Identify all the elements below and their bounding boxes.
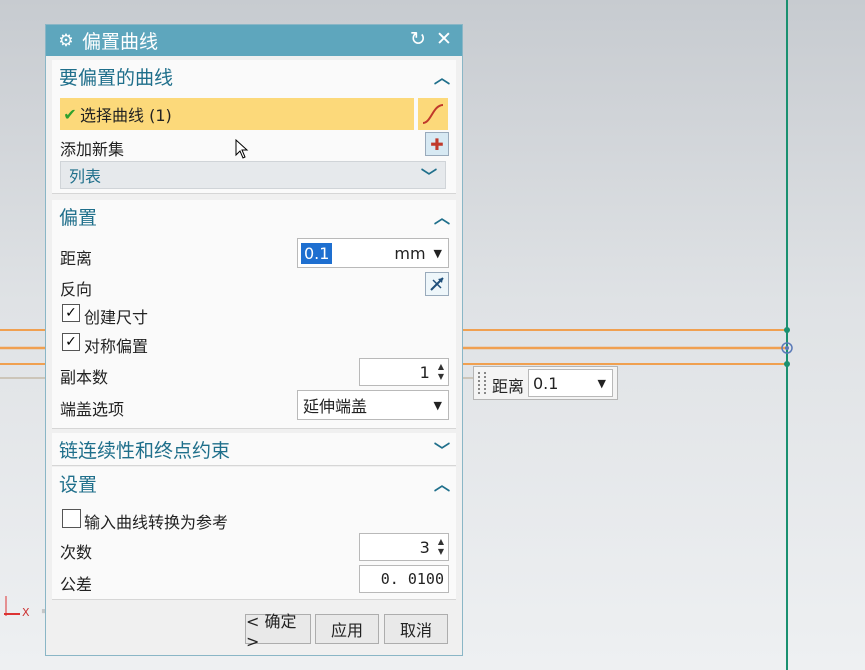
cap-options-select[interactable]: 延伸端盖 ▼ bbox=[297, 390, 449, 420]
reverse-direction-button[interactable] bbox=[425, 272, 449, 296]
plus-icon: ✚ bbox=[430, 134, 444, 154]
spin-arrows-icon[interactable]: ▲ ▼ bbox=[438, 537, 444, 557]
degree-value[interactable]: 3 bbox=[420, 538, 430, 557]
curve-select-button[interactable] bbox=[418, 98, 448, 130]
select-curve-label: 选择曲线 (1) bbox=[80, 106, 172, 125]
ok-button[interactable]: < 确定 > bbox=[245, 612, 311, 651]
spin-arrows-icon[interactable]: ▲ ▼ bbox=[438, 362, 444, 382]
settings-section: 设置 ︿ 输入曲线转换为参考 次数 3 ▲ ▼ 公差 0. 0100 bbox=[52, 467, 456, 600]
check-icon: ✓ bbox=[65, 334, 77, 350]
tolerance-field[interactable]: 0. 0100 bbox=[359, 565, 449, 593]
degree-stepper[interactable]: 3 ▲ ▼ bbox=[359, 533, 449, 561]
drag-handle[interactable] bbox=[478, 372, 486, 394]
check-icon: ✓ bbox=[65, 305, 77, 321]
curve-icon bbox=[422, 104, 444, 124]
distance-value[interactable]: 0.1 bbox=[301, 242, 333, 264]
chevron-down-icon[interactable]: ▼ bbox=[598, 377, 606, 390]
close-icon[interactable]: ✕ bbox=[436, 28, 452, 50]
reset-icon[interactable]: ↻ bbox=[410, 28, 426, 50]
apply-button[interactable]: 应用 bbox=[315, 614, 379, 644]
symmetric-offset-label: 对称偏置 bbox=[84, 337, 149, 356]
copies-label: 副本数 bbox=[60, 368, 109, 387]
distance-unit: mm bbox=[394, 243, 426, 263]
settings-section-header[interactable]: 设置 ︿ bbox=[52, 467, 456, 499]
tolerance-value[interactable]: 0. 0100 bbox=[381, 570, 444, 588]
reverse-direction-icon bbox=[430, 277, 444, 291]
curves-section-header[interactable]: 要偏置的曲线 ︿ bbox=[52, 60, 456, 92]
list-label: 列表 bbox=[69, 167, 102, 186]
cap-options-label: 端盖选项 bbox=[60, 400, 125, 419]
create-dimension-checkbox[interactable]: ✓ bbox=[62, 304, 80, 322]
cancel-button[interactable]: 取消 bbox=[384, 614, 448, 644]
offset-section: 偏置 ︿ 距离 0.1 mm ▼ 反向 ✓ 创建尺寸 ✓ 对称偏置 副本数 1 … bbox=[52, 200, 456, 429]
chain-section-title: 链连续性和终点约束 bbox=[59, 439, 231, 462]
distance-field[interactable]: 0.1 mm ▼ bbox=[297, 238, 449, 268]
chain-section: 链连续性和终点约束 ﹀ bbox=[52, 433, 456, 466]
endpoint-top[interactable] bbox=[784, 327, 790, 333]
add-new-set-label: 添加新集 bbox=[60, 140, 125, 159]
dialog-title: 偏置曲线 bbox=[82, 31, 159, 53]
offset-section-header[interactable]: 偏置 ︿ bbox=[52, 200, 456, 232]
chevron-down-icon[interactable]: ﹀ bbox=[434, 437, 450, 461]
chain-section-header[interactable]: 链连续性和终点约束 ﹀ bbox=[52, 433, 456, 465]
chevron-down-icon[interactable]: ▼ bbox=[434, 399, 442, 412]
offset-curve-dialog: ⚙ 偏置曲线 ↻ ✕ 要偏置的曲线 ︿ ✔ 选择曲线 (1) 添加新集 ✚ 列表… bbox=[45, 24, 463, 656]
settings-section-title: 设置 bbox=[59, 473, 98, 496]
chevron-up-icon[interactable]: ︿ bbox=[434, 64, 450, 88]
symmetric-offset-checkbox[interactable]: ✓ bbox=[62, 333, 80, 351]
axis-x-label: X bbox=[22, 606, 30, 619]
floating-distance-input[interactable]: 距离 0.1 ▼ bbox=[473, 366, 618, 400]
curves-section: 要偏置的曲线 ︿ ✔ 选择曲线 (1) 添加新集 ✚ 列表 ﹀ bbox=[52, 60, 456, 194]
convert-to-reference-label: 输入曲线转换为参考 bbox=[84, 513, 229, 532]
list-toggle[interactable]: 列表 ﹀ bbox=[60, 161, 446, 189]
degree-label: 次数 bbox=[60, 543, 93, 562]
floating-distance-label: 距离 bbox=[492, 377, 525, 396]
chevron-down-icon[interactable]: ﹀ bbox=[421, 163, 437, 187]
mouse-cursor-icon bbox=[235, 139, 249, 159]
floating-distance-field[interactable]: 0.1 ▼ bbox=[528, 369, 613, 397]
endpoint-bottom[interactable] bbox=[784, 361, 790, 367]
offset-section-title: 偏置 bbox=[59, 206, 98, 229]
convert-to-reference-checkbox[interactable] bbox=[62, 509, 81, 528]
dialog-titlebar[interactable]: ⚙ 偏置曲线 ↻ ✕ bbox=[46, 25, 462, 56]
create-dimension-label: 创建尺寸 bbox=[84, 308, 149, 327]
floating-distance-value: 0.1 bbox=[533, 373, 559, 393]
endpoint-mid-dot bbox=[785, 346, 789, 350]
cap-options-value: 延伸端盖 bbox=[303, 397, 368, 416]
distance-label: 距离 bbox=[60, 249, 93, 268]
reverse-label: 反向 bbox=[60, 280, 93, 299]
chevron-down-icon[interactable]: ▼ bbox=[434, 247, 442, 260]
copies-stepper[interactable]: 1 ▲ ▼ bbox=[359, 358, 449, 386]
chevron-up-icon[interactable]: ︿ bbox=[434, 204, 450, 228]
checkmark-icon: ✔ bbox=[63, 104, 77, 124]
add-new-set-button[interactable]: ✚ bbox=[425, 132, 449, 156]
chevron-up-icon[interactable]: ︿ bbox=[434, 471, 450, 495]
tolerance-label: 公差 bbox=[60, 575, 93, 594]
select-curve-row[interactable]: ✔ 选择曲线 (1) bbox=[60, 98, 414, 130]
copies-value[interactable]: 1 bbox=[420, 363, 430, 382]
gear-icon: ⚙ bbox=[58, 30, 74, 51]
curves-section-title: 要偏置的曲线 bbox=[59, 66, 174, 89]
